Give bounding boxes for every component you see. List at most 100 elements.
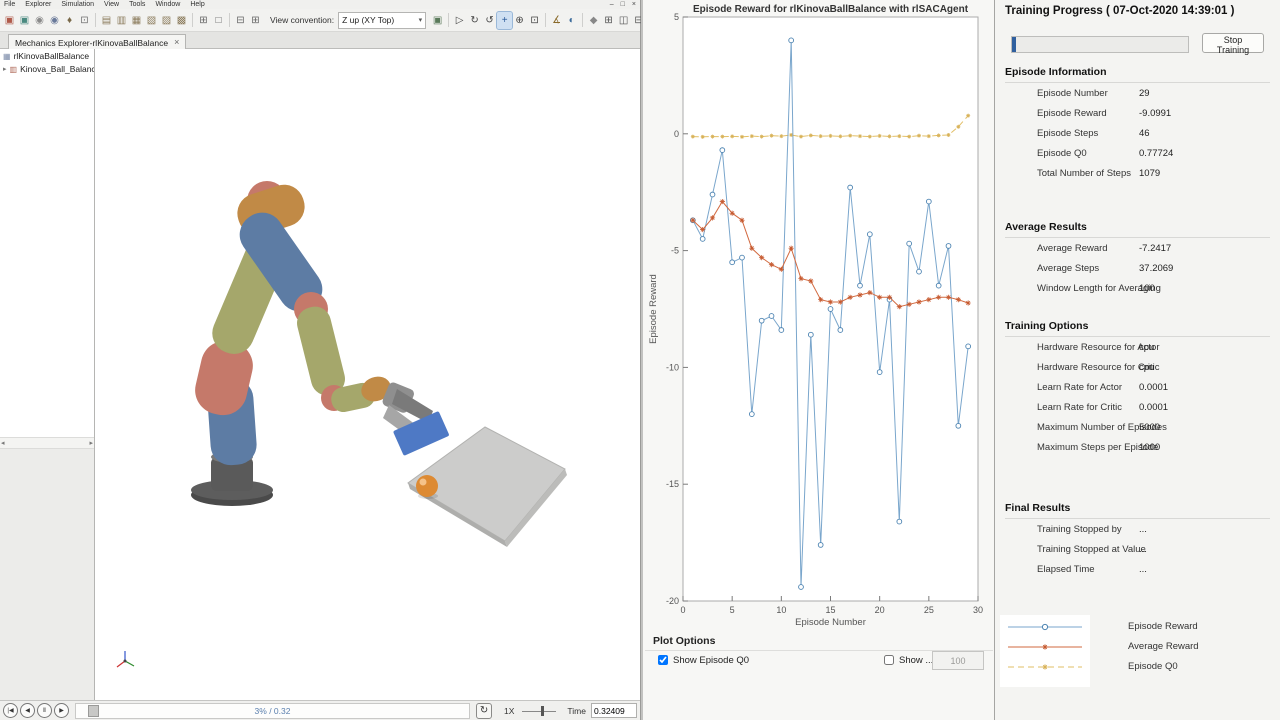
section-header: Final Results xyxy=(1005,502,1270,519)
menu-file[interactable]: File xyxy=(4,1,15,9)
info-row: Training Stopped at Value... xyxy=(995,539,1280,559)
info-value: 46 xyxy=(1139,128,1150,139)
info-label: Average Reward xyxy=(1037,243,1108,254)
tab-bar: Mechanics Explorer-rlKinovaBallBalance × xyxy=(0,32,640,49)
plot-options-header: Plot Options xyxy=(645,632,993,647)
view-convention-select[interactable]: Z up (XY Top) ▾ xyxy=(338,12,426,29)
scroll-right-icon[interactable]: ▸ xyxy=(89,439,93,447)
tree-item-kinova-ball-balance[interactable]: ▸ ▥ Kinova_Ball_Balance xyxy=(0,62,94,75)
time-input[interactable] xyxy=(591,703,637,718)
orbit-icon[interactable]: ↻ xyxy=(467,12,482,29)
view-paste-icon[interactable]: ▥ xyxy=(114,12,129,29)
go-to-start-button[interactable]: |◀ xyxy=(3,703,18,718)
loop-button[interactable]: ↻ xyxy=(476,703,492,719)
video-export-icon[interactable]: ▣ xyxy=(17,12,32,29)
view-left-icon[interactable]: ▨ xyxy=(159,12,174,29)
info-label: Training Stopped by xyxy=(1037,524,1122,535)
info-label: Episode Steps xyxy=(1037,128,1098,139)
robot-scene xyxy=(95,49,640,700)
tab-close-icon[interactable]: × xyxy=(174,38,179,47)
step-forward-button[interactable]: ▶ xyxy=(54,703,69,718)
zoom-region-icon[interactable]: ⊡ xyxy=(527,12,542,29)
robot-forearm xyxy=(294,303,349,399)
info-row: Hardware Resource for Criticcpu xyxy=(995,357,1280,377)
info-value: 37.2069 xyxy=(1139,263,1173,274)
tile-panes-icon[interactable]: ⊞ xyxy=(196,12,211,29)
close-icon[interactable]: × xyxy=(632,1,636,9)
marker-icon[interactable]: ♦ xyxy=(62,12,77,29)
menu-help[interactable]: Help xyxy=(190,1,204,9)
stop-training-button[interactable]: Stop Training xyxy=(1202,33,1264,53)
video-record-icon[interactable]: ▣ xyxy=(2,12,17,29)
info-value: 0.77724 xyxy=(1139,148,1173,159)
scroll-left-icon[interactable]: ◂ xyxy=(1,439,5,447)
globe-icon[interactable]: ◐ xyxy=(564,12,579,29)
step-back-button[interactable]: ◀ xyxy=(20,703,35,718)
playback-progress-bar[interactable]: 3% / 0.32 xyxy=(75,703,470,719)
info-row: Episode Steps 46 xyxy=(995,123,1280,143)
minimize-icon[interactable]: – xyxy=(610,1,614,9)
pause-button[interactable]: Ⅱ xyxy=(37,703,52,718)
menu-simulation[interactable]: Simulation xyxy=(61,1,94,9)
section-header: Average Results xyxy=(1005,221,1270,238)
legend-sample-average-reward xyxy=(1008,644,1082,649)
menu-window[interactable]: Window xyxy=(155,1,180,9)
pane-forward-icon[interactable]: ⊞ xyxy=(248,12,263,29)
pointer-icon[interactable]: ▷ xyxy=(452,12,467,29)
training-progress-panel: Training Progress ( 07-Oct-2020 14:39:01… xyxy=(995,0,1280,720)
info-label: Learn Rate for Critic xyxy=(1037,402,1122,413)
episode-window-input[interactable] xyxy=(932,651,984,670)
single-pane-icon[interactable]: □ xyxy=(211,12,226,29)
svg-text:-20: -20 xyxy=(666,596,679,606)
layout-grid-icon[interactable]: ⊞ xyxy=(601,12,616,29)
menu-bar: File Explorer Simulation View Tools Wind… xyxy=(0,0,640,9)
maximize-icon[interactable]: □ xyxy=(621,1,625,9)
info-row: Maximum Number of Episodes5000 xyxy=(995,417,1280,437)
info-value: -7.2417 xyxy=(1139,243,1171,254)
viewport-3d[interactable] xyxy=(95,49,640,700)
playback-progress-text: 3% / 0.32 xyxy=(76,704,469,718)
show-episode-q0-checkbox[interactable] xyxy=(658,655,668,665)
menu-explorer[interactable]: Explorer xyxy=(25,1,51,9)
measure-icon[interactable]: ∡ xyxy=(549,12,564,29)
view-front-icon[interactable]: ▦ xyxy=(129,12,144,29)
view-right-icon[interactable]: ▩ xyxy=(174,12,189,29)
info-row: Elapsed Time... xyxy=(995,559,1280,579)
roll-icon[interactable]: ↺ xyxy=(482,12,497,29)
info-label: Episode Number xyxy=(1037,88,1108,99)
svg-text:30: 30 xyxy=(973,605,983,615)
menu-tools[interactable]: Tools xyxy=(129,1,145,9)
episode-manager-figure: 05101520253050-5-10-15-20Episode Reward … xyxy=(641,0,995,720)
info-row: Window Length for Averaging100 xyxy=(995,278,1280,298)
view-copy-icon[interactable]: ▤ xyxy=(99,12,114,29)
layout-columns-icon[interactable]: ◫ xyxy=(616,12,631,29)
snapshot-icon[interactable]: ▣ xyxy=(430,12,445,29)
view-back-icon[interactable]: ▧ xyxy=(144,12,159,29)
training-progress-fill xyxy=(1012,37,1016,52)
show-more-checkbox[interactable] xyxy=(884,655,894,665)
pane-back-icon[interactable]: ⊟ xyxy=(233,12,248,29)
info-value: 1079 xyxy=(1139,168,1160,179)
screen: File Explorer Simulation View Tools Wind… xyxy=(0,0,1280,720)
pan-icon[interactable]: + xyxy=(497,12,512,29)
menu-view[interactable]: View xyxy=(104,1,119,9)
legend-labels: Episode RewardAverage RewardEpisode Q0 xyxy=(1128,617,1199,677)
toolbar-separator xyxy=(448,13,449,27)
section-average-results: Average Results Average Reward -7.2417Aver… xyxy=(995,221,1280,298)
info-row: Average Reward -7.2417 xyxy=(995,238,1280,258)
main-toolbar: ▣▣◉◉♦⊡▤▥▦▧▨▩⊞□⊟⊞ View convention: Z up (… xyxy=(0,9,640,32)
speed-slider[interactable] xyxy=(522,705,556,717)
robot-arm xyxy=(190,180,394,506)
expand-caret-icon[interactable]: ▸ xyxy=(3,65,7,73)
tree-horizontal-scrollbar[interactable]: ◂ ▸ xyxy=(0,437,94,449)
speed-slider-handle[interactable] xyxy=(541,706,544,716)
tab-mechanics-explorer[interactable]: Mechanics Explorer-rlKinovaBallBalance × xyxy=(8,34,186,50)
tree-item-rlkinovaballbalance[interactable]: ▦ rlKinovaBallBalance xyxy=(0,49,94,62)
region-select-icon[interactable]: ⊡ xyxy=(77,12,92,29)
sphere-icon[interactable]: ◉ xyxy=(32,12,47,29)
tree-item-label: Kinova_Ball_Balance xyxy=(20,64,94,74)
window-controls: – □ × xyxy=(610,1,636,9)
sphere-settings-icon[interactable]: ◉ xyxy=(47,12,62,29)
visibility-icon[interactable]: ◆ xyxy=(586,12,601,29)
zoom-icon[interactable]: ⊕ xyxy=(512,12,527,29)
